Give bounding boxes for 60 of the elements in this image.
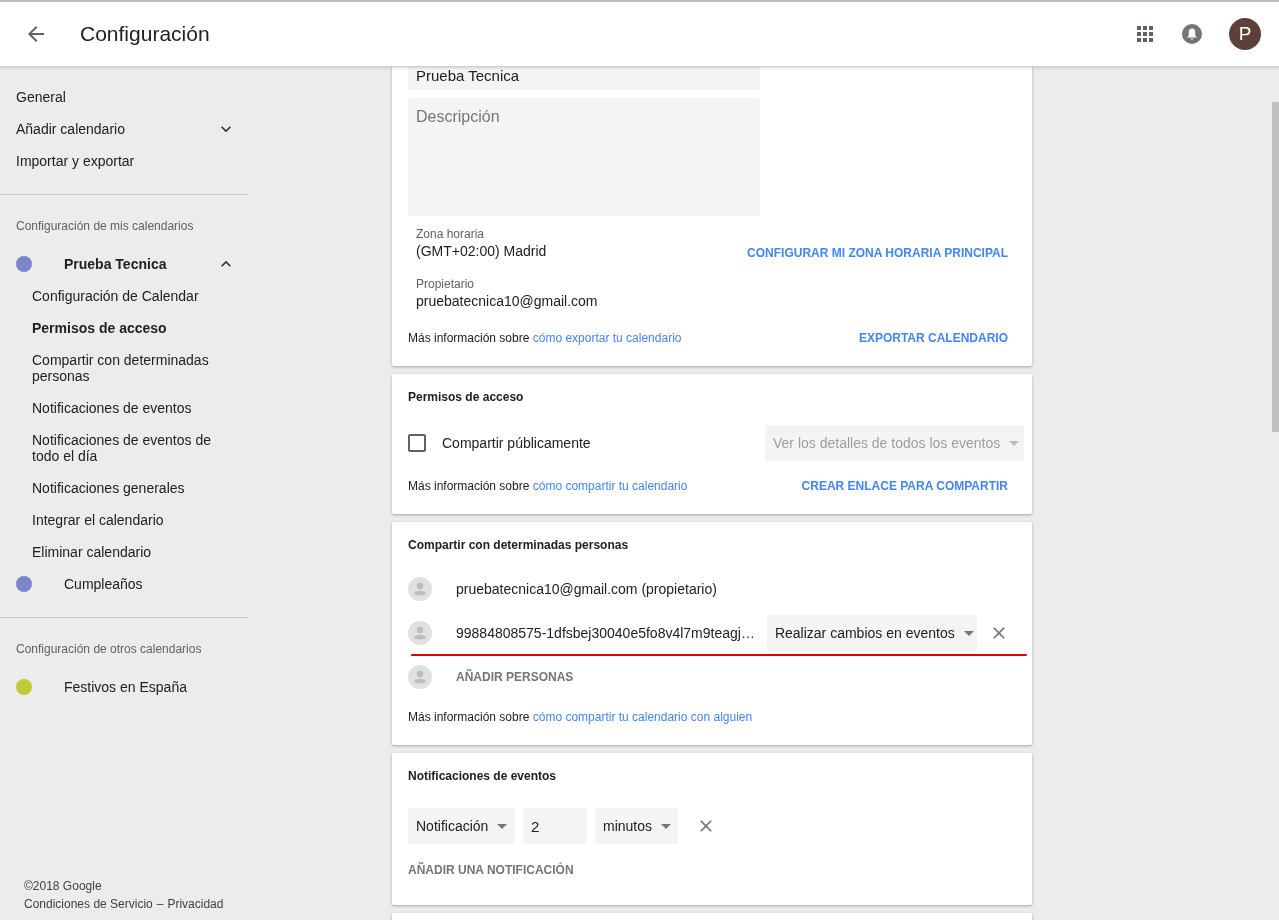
help-link[interactable]: cómo compartir tu calendario (532, 479, 688, 493)
text-button[interactable]: CREAR ENLACE PARA COMPARTIR (801, 479, 1008, 493)
sidebar-subitem[interactable]: Eliminar calendario (0, 536, 248, 568)
bell-icon (1180, 22, 1204, 46)
scrollbar-thumb[interactable] (1272, 102, 1279, 432)
add-notification-button[interactable]: AÑADIR UNA NOTIFICACIÓN (408, 863, 574, 877)
account-avatar[interactable]: P (1229, 18, 1261, 50)
sidebar-item[interactable]: Añadir calendario (0, 113, 248, 145)
sidebar-subitem[interactable]: Permisos de acceso (0, 312, 248, 344)
card-title: Permisos de acceso (408, 390, 525, 404)
person-email: 99884808575-1dfsbej30040e5fo8v4l7m9teagj… (456, 625, 755, 641)
permission-dropdown[interactable]: Realizar cambios en eventos (766, 615, 977, 651)
sidebar-subitem[interactable]: Notificaciones de eventos de todo el día (0, 424, 248, 472)
separator-text: – (156, 896, 164, 913)
info-text: Más información sobre cómo exportar tu calendario (408, 331, 682, 345)
person-avatar-icon (408, 577, 432, 601)
sidebar-subitem[interactable]: Notificaciones de eventos (0, 392, 248, 424)
caret-down-icon (1009, 440, 1020, 446)
field-label: Zona horaria (416, 226, 486, 242)
terms-link[interactable]: Condiciones de Servicio (24, 895, 153, 913)
sidebar-item[interactable]: Importar y exportar (0, 145, 248, 177)
caret-down-icon (497, 823, 508, 829)
field-label: Propietario (416, 276, 476, 292)
section-heading: Configuración de otros calendarios (15, 641, 203, 658)
info-text: Más información sobre cómo compartir tu calendario (408, 479, 688, 493)
person-avatar-icon (408, 621, 432, 645)
sidebar-subitem[interactable]: Configuración de Calendar (0, 280, 248, 312)
card-title: Notificaciones de eventos (408, 769, 558, 783)
notifications-button[interactable] (1180, 22, 1204, 46)
field-value: (GMT+02:00) Madrid (416, 242, 547, 260)
text-button[interactable]: EXPORTAR CALENDARIO (858, 331, 1008, 345)
amount-field[interactable]: 2 (523, 808, 587, 844)
help-link[interactable]: cómo compartir tu calendario con alguien (532, 710, 753, 724)
calendar-item[interactable]: Prueba Tecnica (0, 248, 248, 280)
sidebar-item[interactable]: General (0, 81, 248, 113)
sidebar-subitem[interactable]: Integrar el calendario (0, 504, 248, 536)
caret-down-icon (661, 823, 672, 829)
sidebar-subitem[interactable]: Compartir con determinadas personas (0, 344, 248, 392)
info-text: Más información sobre cómo compartir tu calendario con alguien (408, 710, 753, 724)
caret-down-icon (963, 630, 974, 636)
unit-dropdown[interactable]: minutos (595, 808, 678, 844)
name-field[interactable]: Prueba Tecnica (408, 67, 760, 90)
checkbox-label: Compartir públicamente (442, 435, 591, 451)
calendar-item[interactable]: Festivos en España (0, 671, 248, 703)
notification-type-dropdown[interactable]: Notificación (408, 808, 515, 844)
add-people-button[interactable]: AÑADIR PERSONAS (456, 670, 574, 684)
sidebar-subitem[interactable]: Notificaciones generales (0, 472, 248, 504)
text-button[interactable]: CONFIGURAR MI ZONA HORARIA PRINCIPAL (747, 246, 1008, 260)
page-title: Configuración (80, 22, 210, 46)
person-avatar-icon (408, 665, 432, 689)
copyright-text: ©2018 Google (24, 878, 103, 895)
calendar-item[interactable]: Cumpleaños (0, 568, 248, 600)
checkbox[interactable] (408, 434, 426, 452)
help-link[interactable]: cómo exportar tu calendario (532, 331, 682, 345)
privacy-link[interactable]: Privacidad (167, 895, 224, 913)
person-email: pruebatecnica10@gmail.com (propietario) (456, 581, 718, 597)
description-field[interactable]: Descripción (408, 98, 760, 216)
card-title: Compartir con determinadas personas (408, 538, 630, 552)
section-heading: Configuración de mis calendarios (15, 218, 195, 235)
field-value: pruebatecnica10@gmail.com (416, 292, 599, 310)
